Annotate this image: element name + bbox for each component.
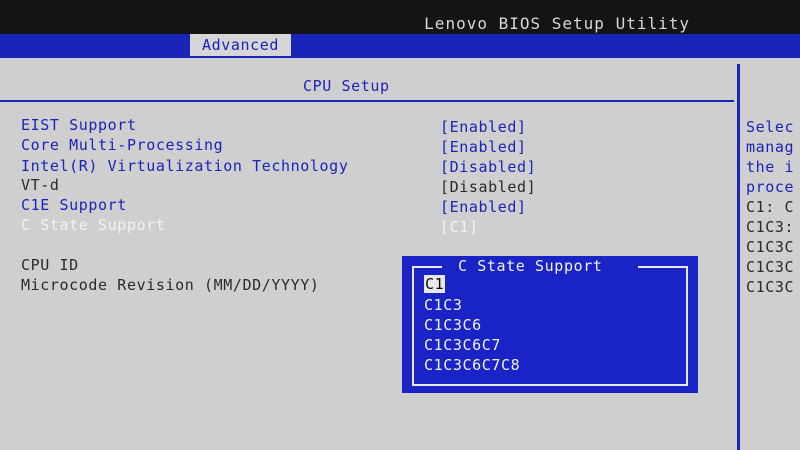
c-state-popup: C State Support C1 C1C3 C1C3C6 C1C3C6C7 … — [402, 256, 698, 393]
help-line: C1C3C — [746, 278, 795, 296]
option-c1c3c6c7c8[interactable]: C1C3C6C7C8 — [424, 356, 520, 374]
tab-advanced[interactable]: Advanced — [190, 34, 292, 56]
setting-value-vt-d[interactable]: [Disabled] — [440, 178, 536, 196]
option-c1[interactable]: C1 — [424, 275, 446, 293]
help-line: C1: C — [746, 198, 795, 216]
help-line: C1C3: — [746, 218, 795, 236]
panel-title-divider — [0, 100, 734, 102]
setting-label-core-multi-processing[interactable]: Core Multi-Processing — [21, 136, 223, 154]
setting-value-core-multi-processing[interactable]: [Enabled] — [440, 138, 527, 156]
help-line: C1C3C — [746, 258, 795, 276]
setting-value-eist[interactable]: [Enabled] — [440, 118, 527, 136]
popup-title: C State Support — [458, 257, 603, 275]
setting-label-c1e[interactable]: C1E Support — [21, 196, 127, 214]
popup-frame-top-right — [638, 266, 686, 268]
setting-label-virtualization[interactable]: Intel(R) Virtualization Technology — [21, 157, 348, 175]
help-line: Selec — [746, 118, 795, 136]
option-c1c3c6[interactable]: C1C3C6 — [424, 316, 482, 334]
help-line: C1C3C — [746, 238, 795, 256]
cpu-id-label: CPU ID — [21, 256, 79, 274]
bios-title: Lenovo BIOS Setup Utility — [424, 14, 690, 33]
help-panel-divider — [737, 64, 740, 450]
option-c1c3c6c7[interactable]: C1C3C6C7 — [424, 336, 501, 354]
title-bar: Lenovo BIOS Setup Utility — [0, 0, 800, 34]
setting-value-virtualization[interactable]: [Disabled] — [440, 158, 536, 176]
microcode-label: Microcode Revision (MM/DD/YYYY) — [21, 276, 320, 294]
help-line: manag — [746, 138, 795, 156]
setting-value-c-state-support[interactable]: [C1] — [440, 218, 479, 236]
tab-bar: Advanced — [0, 34, 800, 56]
option-c1c3[interactable]: C1C3 — [424, 296, 463, 314]
popup-frame-top-left — [412, 266, 442, 268]
help-line: the i — [746, 158, 795, 176]
setting-label-eist[interactable]: EIST Support — [21, 116, 137, 134]
help-line: proce — [746, 178, 795, 196]
setting-label-vt-d[interactable]: VT-d — [21, 176, 60, 194]
setting-label-c-state-support[interactable]: C State Support — [21, 216, 165, 234]
setting-value-c1e[interactable]: [Enabled] — [440, 198, 527, 216]
panel-title: CPU Setup — [303, 77, 390, 95]
